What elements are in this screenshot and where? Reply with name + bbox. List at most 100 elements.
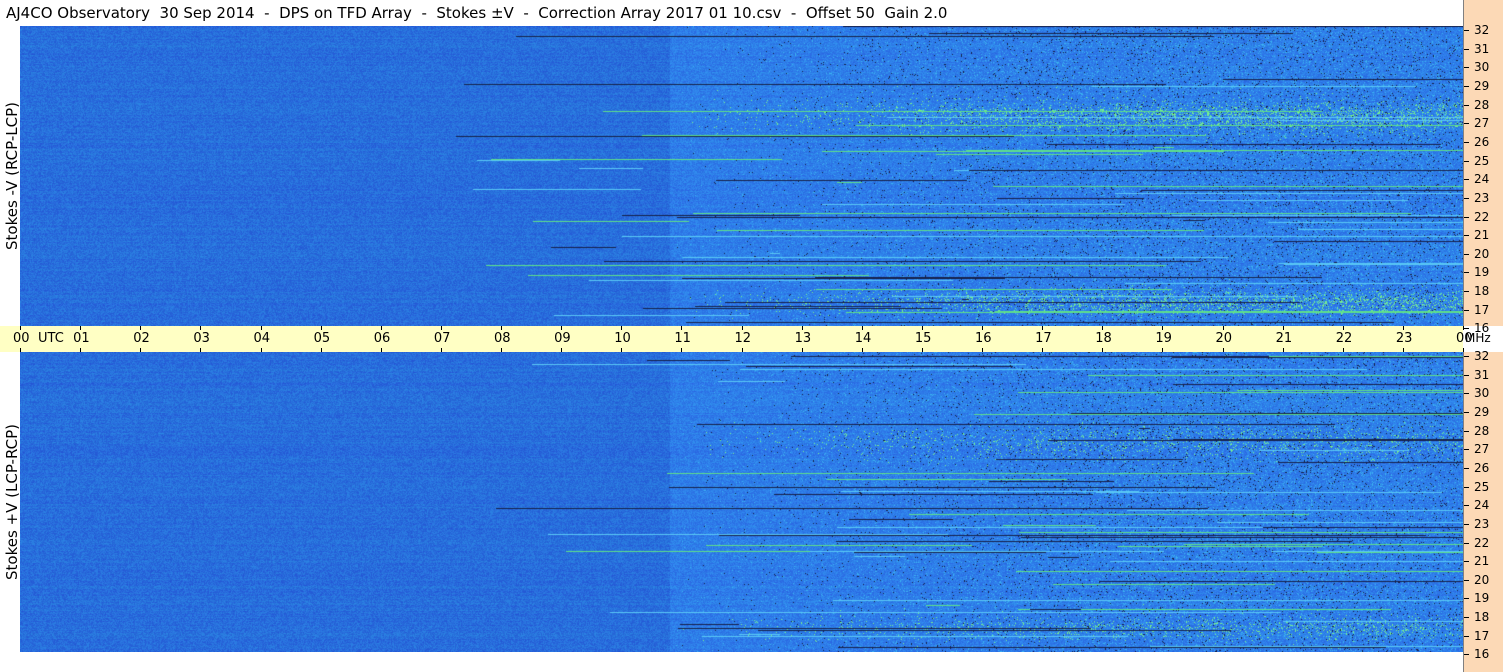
freq-tick-label: 18 xyxy=(1474,610,1490,625)
bottom-frequency-scale: 32 31 30 29 28 27 26 25 24 23 22 21 20 19 18 17 16 xyxy=(1463,349,1503,672)
freq-tick-mark xyxy=(1464,542,1469,544)
freq-tick-mark xyxy=(1464,309,1469,311)
utc-tick-mark xyxy=(1402,326,1404,330)
utc-time-axis: 00 01 02 03 04 05 06 07 08 09 10 11 12 13 14 15 16 17 18 19… xyxy=(0,326,1473,352)
utc-tick-label: 20 xyxy=(1215,331,1233,346)
utc-tick-label: 07 xyxy=(433,331,451,346)
freq-tick-label: 19 xyxy=(1474,265,1490,280)
utc-tick-mark xyxy=(1042,326,1044,330)
freq-tick-label: 26 xyxy=(1474,460,1490,475)
utc-tick-mark xyxy=(561,326,563,330)
freq-tick-mark xyxy=(1464,467,1469,469)
freq-tick-label: 30 xyxy=(1474,60,1490,75)
utc-tick-label: 22 xyxy=(1335,331,1353,346)
utc-tick-label: 15 xyxy=(914,331,932,346)
utc-tick-mark xyxy=(80,326,82,330)
chart-title: AJ4CO Observatory 30 Sep 2014 - DPS on T… xyxy=(6,4,948,22)
freq-tick-mark xyxy=(1464,235,1469,237)
utc-tick-mark xyxy=(1342,326,1344,330)
freq-tick-label: 22 xyxy=(1474,535,1490,550)
freq-tick-label: 21 xyxy=(1474,228,1490,243)
freq-tick-label: 23 xyxy=(1474,190,1490,205)
top-spectrogram-canvas xyxy=(20,26,1463,326)
freq-tick-label: 30 xyxy=(1474,386,1490,401)
utc-tick-mark xyxy=(380,326,382,330)
utc-tick-label: 02 xyxy=(133,331,150,346)
freq-tick-mark xyxy=(1464,523,1469,525)
freq-tick-label: 27 xyxy=(1474,116,1490,131)
utc-tick-mark xyxy=(1102,326,1104,330)
utc-tick-label: 08 xyxy=(494,331,511,346)
freq-tick-mark xyxy=(1464,635,1469,637)
utc-tick-mark xyxy=(440,326,442,330)
utc-tick-label: 04 xyxy=(253,331,271,346)
utc-tick-mark xyxy=(260,326,262,330)
utc-tick-mark xyxy=(1463,326,1464,330)
freq-tick-label: 25 xyxy=(1474,153,1490,168)
freq-tick-label: 17 xyxy=(1474,302,1490,317)
utc-tick-label: 21 xyxy=(1275,331,1293,346)
utc-tick-mark xyxy=(320,326,322,330)
freq-tick-mark xyxy=(1464,393,1469,395)
freq-tick-label: 18 xyxy=(1474,284,1490,299)
utc-tick-mark xyxy=(861,326,863,330)
mhz-unit-label: MHz xyxy=(1465,331,1491,345)
freq-tick-label: 26 xyxy=(1474,134,1490,149)
freq-tick-label: 25 xyxy=(1474,479,1490,494)
utc-tick-mark xyxy=(982,326,983,330)
freq-tick-mark xyxy=(1464,449,1469,451)
freq-tick-mark xyxy=(1464,179,1469,181)
freq-tick-label: 32 xyxy=(1474,23,1490,37)
freq-tick-mark xyxy=(1464,30,1469,31)
utc-tick-label: 05 xyxy=(313,331,331,346)
freq-tick-mark xyxy=(1464,430,1469,432)
utc-tick-label: 03 xyxy=(193,331,210,346)
utc-tick-label: 14 xyxy=(854,331,872,346)
freq-tick-label: 17 xyxy=(1474,628,1490,643)
freq-tick-label: 20 xyxy=(1474,572,1490,587)
freq-tick-label: 32 xyxy=(1474,349,1490,363)
spectrogram-figure: AJ4CO Observatory 30 Sep 2014 - DPS on T… xyxy=(0,0,1503,672)
utc-tick-label: 19 xyxy=(1155,331,1172,346)
freq-tick-mark xyxy=(1464,104,1469,106)
freq-tick-mark xyxy=(1464,291,1469,293)
bottom-spectrogram-canvas xyxy=(20,352,1463,652)
utc-tick-label: 12 xyxy=(734,331,752,346)
utc-tick-label: 06 xyxy=(373,331,391,346)
freq-tick-mark xyxy=(1464,123,1469,125)
utc-tick-mark xyxy=(200,326,202,330)
freq-tick-mark xyxy=(1464,48,1469,50)
utc-tick-label: 09 xyxy=(554,331,571,346)
utc-tick-label: 16 xyxy=(975,331,992,346)
freq-tick-mark xyxy=(1464,85,1469,87)
freq-tick-label: 16 xyxy=(1474,647,1490,662)
freq-tick-label: 28 xyxy=(1474,423,1490,438)
freq-tick-mark xyxy=(1464,253,1469,255)
utc-tick-label: 13 xyxy=(794,331,812,346)
freq-tick-label: 29 xyxy=(1474,404,1490,419)
freq-tick-label: 28 xyxy=(1474,97,1490,112)
freq-tick-mark xyxy=(1464,579,1469,581)
freq-tick-label: 24 xyxy=(1474,172,1490,187)
freq-tick-mark xyxy=(1464,486,1469,488)
freq-tick-mark xyxy=(1464,505,1469,507)
utc-tick-label: 23 xyxy=(1395,331,1413,346)
utc-tick-label: 18 xyxy=(1095,331,1112,346)
utc-tick-label: 11 xyxy=(674,331,691,346)
utc-tick-mark xyxy=(140,326,142,330)
freq-tick-label: 27 xyxy=(1474,442,1490,457)
utc-tick-label: 10 xyxy=(614,331,631,346)
utc-tick-mark xyxy=(1222,326,1224,330)
freq-tick-mark xyxy=(1464,598,1469,600)
utc-tick-label: 17 xyxy=(1035,331,1052,346)
freq-tick-mark xyxy=(1464,160,1469,162)
freq-tick-label: 21 xyxy=(1474,554,1490,569)
freq-tick-mark xyxy=(1464,216,1469,218)
utc-tick-mark xyxy=(621,326,623,330)
utc-tick-mark xyxy=(681,326,683,330)
freq-tick-mark xyxy=(1464,67,1469,69)
freq-tick-label: 29 xyxy=(1474,78,1490,93)
bottom-spectrogram-panel xyxy=(20,352,1463,652)
freq-tick-mark xyxy=(1464,411,1469,413)
freq-tick-label: 24 xyxy=(1474,498,1490,513)
